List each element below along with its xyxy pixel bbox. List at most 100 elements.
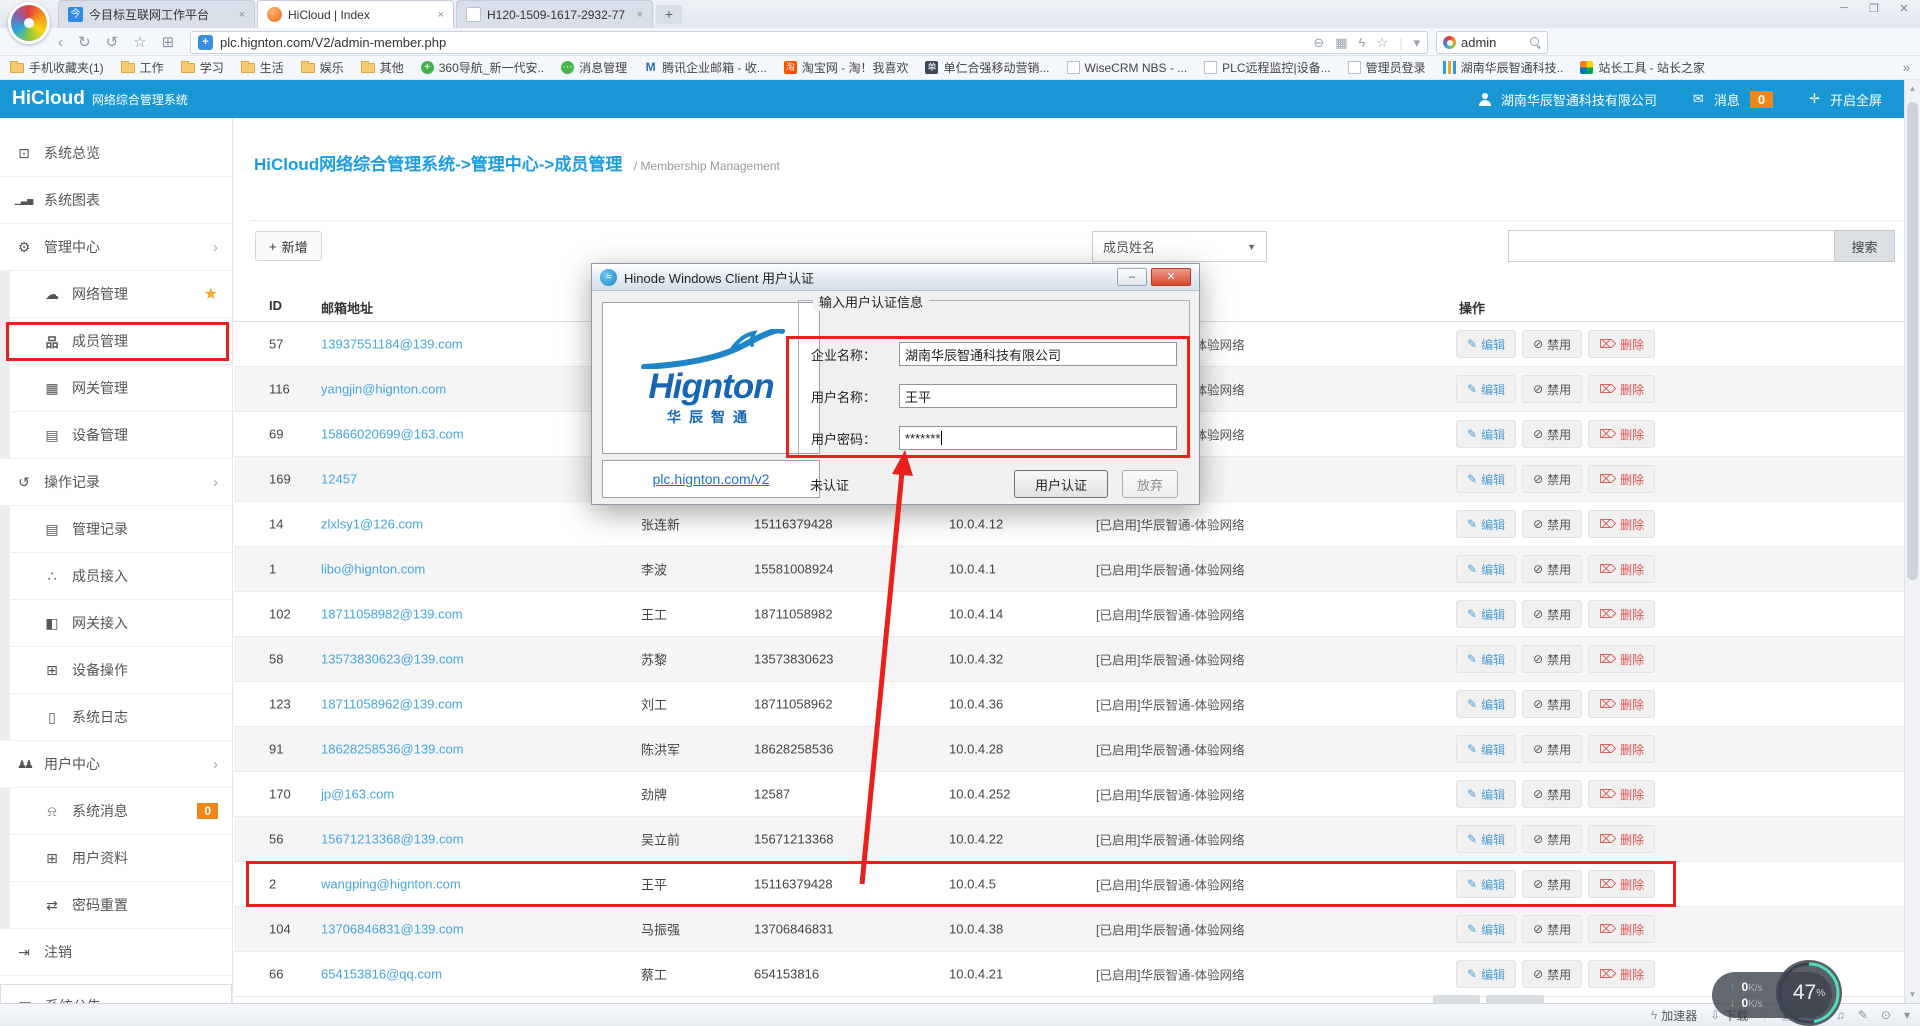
bookmark-item[interactable]: 手机收藏夹(1) — [10, 59, 104, 76]
bookmark-item[interactable]: 生活 — [241, 59, 284, 76]
browser-logo-icon[interactable] — [8, 2, 50, 44]
member-email-link[interactable]: 15866020699@163.com — [321, 427, 464, 442]
apps-icon[interactable]: ⊞ — [162, 33, 175, 51]
note-icon[interactable]: ✎ — [1858, 1008, 1868, 1022]
delete-button[interactable]: ⌦删除 — [1588, 870, 1655, 898]
edit-button[interactable]: ✎编辑 — [1456, 690, 1516, 718]
tab-close-icon[interactable]: × — [438, 9, 444, 21]
edit-button[interactable]: ✎编辑 — [1456, 645, 1516, 673]
tab-1[interactable]: HiCloud | Index × — [257, 0, 454, 28]
member-email-link[interactable]: jp@163.com — [321, 787, 394, 802]
tab-2[interactable]: H120-1509-1617-2932-77 × — [456, 0, 653, 28]
tab-close-icon[interactable]: × — [637, 9, 643, 21]
edit-button[interactable]: ✎编辑 — [1456, 600, 1516, 628]
add-member-button[interactable]: +新增 — [255, 231, 322, 261]
disable-button[interactable]: ⊘禁用 — [1522, 330, 1582, 358]
edit-button[interactable]: ✎编辑 — [1456, 735, 1516, 763]
bookmark-item[interactable]: 湖南华辰智通科技.. — [1443, 59, 1564, 76]
sidebar-item-4[interactable]: 品 成员管理 — [0, 318, 232, 365]
dialog-titlebar[interactable]: ≈ Hinode Windows Client 用户认证 – ✕ — [592, 264, 1199, 291]
url-text[interactable]: plc.hignton.com/V2/admin-member.php — [220, 35, 1306, 50]
delete-button[interactable]: ⌦删除 — [1588, 960, 1655, 988]
delete-button[interactable]: ⌦删除 — [1588, 510, 1655, 538]
minimize-button[interactable]: ─ — [1836, 2, 1852, 15]
sidebar-item-8[interactable]: ▤ 管理记录 — [0, 506, 232, 553]
edit-button[interactable]: ✎编辑 — [1456, 510, 1516, 538]
sidebar-item-3[interactable]: ☁ 网络管理 ★ — [0, 271, 232, 318]
edit-button[interactable]: ✎编辑 — [1456, 825, 1516, 853]
zoom-out-icon[interactable]: ⊖ — [1313, 35, 1324, 51]
member-email-link[interactable]: 13573830623@139.com — [321, 652, 464, 667]
disable-button[interactable]: ⊘禁用 — [1522, 375, 1582, 403]
sidebar-item-5[interactable]: ▦ 网关管理 — [0, 365, 232, 412]
bookmark-item[interactable]: 管理员登录 — [1348, 59, 1426, 76]
delete-button[interactable]: ⌦删除 — [1588, 375, 1655, 403]
sidebar-item-2[interactable]: ⚙ 管理中心 › — [0, 224, 232, 271]
company-field[interactable]: 湖南华辰智通科技有限公司 — [899, 342, 1177, 366]
bookmark-item[interactable]: ⋯ 消息管理 — [561, 59, 627, 76]
filter-select[interactable]: 成员姓名 ▼ — [1092, 231, 1267, 262]
bookmarks-more-icon[interactable]: » — [1903, 60, 1910, 75]
bookmark-item[interactable]: 学习 — [181, 59, 224, 76]
scrollbar-thumb[interactable] — [1907, 102, 1918, 580]
delete-button[interactable]: ⌦删除 — [1588, 825, 1655, 853]
member-email-link[interactable]: 654153816@qq.com — [321, 967, 442, 982]
member-email-link[interactable]: 18711058982@139.com — [321, 607, 463, 622]
disable-button[interactable]: ⊘禁用 — [1522, 420, 1582, 448]
edit-button[interactable]: ✎编辑 — [1456, 780, 1516, 808]
history-icon[interactable]: ↺ — [106, 33, 119, 51]
bookmark-item[interactable]: 站长工具 - 站长之家 — [1580, 59, 1705, 76]
member-email-link[interactable]: wangping@hignton.com — [321, 877, 461, 892]
password-field[interactable]: ******* — [899, 426, 1177, 450]
search-button[interactable]: 搜索 — [1835, 230, 1895, 262]
sidebar-item-1[interactable]: ▁▃▅ 系统图表 — [0, 177, 232, 224]
new-tab-button[interactable]: + — [656, 5, 682, 24]
browser-search-box[interactable]: admin — [1436, 31, 1548, 54]
disable-button[interactable]: ⊘禁用 — [1522, 960, 1582, 988]
edit-button[interactable]: ✎编辑 — [1456, 465, 1516, 493]
sidebar-item-6[interactable]: ▤ 设备管理 — [0, 412, 232, 459]
abandon-button[interactable]: 放弃 — [1122, 470, 1178, 498]
bookmark-item[interactable]: 工作 — [121, 59, 164, 76]
sidebar-item-7[interactable]: ↺ 操作记录 › — [0, 459, 232, 506]
edit-button[interactable]: ✎编辑 — [1456, 375, 1516, 403]
url-field[interactable]: + plc.hignton.com/V2/admin-member.php ⊖ … — [190, 31, 1428, 54]
bookmark-item[interactable]: + 360导航_新一代安.. — [421, 59, 544, 76]
delete-button[interactable]: ⌦删除 — [1588, 600, 1655, 628]
edit-button[interactable]: ✎编辑 — [1456, 555, 1516, 583]
disable-button[interactable]: ⊘禁用 — [1522, 510, 1582, 538]
sidebar-item-15[interactable]: ⊞ 用户资料 — [0, 835, 232, 882]
sidebar-item-11[interactable]: ⊞ 设备操作 — [0, 647, 232, 694]
sidebar-item-10[interactable]: ◧ 网关接入 — [0, 600, 232, 647]
sidebar-item-17[interactable]: ⇥ 注销 — [0, 929, 232, 976]
dialog-close-button[interactable]: ✕ — [1151, 268, 1191, 286]
member-email-link[interactable]: yangjin@hignton.com — [321, 382, 446, 397]
refresh-icon[interactable]: ↻ — [78, 33, 91, 51]
sidebar-item-18[interactable]: ▣ 系统公告 — [0, 984, 232, 1003]
scroll-up-icon[interactable]: ▲ — [1905, 84, 1920, 93]
accelerator-item[interactable]: ϟ加速器 — [1651, 1007, 1697, 1024]
disable-button[interactable]: ⊘禁用 — [1522, 600, 1582, 628]
find-icon[interactable]: ⊙ — [1881, 1008, 1891, 1022]
bookmark-item[interactable]: WiseCRM NBS - ... — [1067, 59, 1188, 76]
delete-button[interactable]: ⌦删除 — [1588, 690, 1655, 718]
bookmark-item[interactable]: PLC远程监控|设备... — [1204, 59, 1330, 76]
search-input[interactable] — [1508, 230, 1835, 262]
disable-button[interactable]: ⊘禁用 — [1522, 735, 1582, 763]
member-email-link[interactable]: zlxlsy1@126.com — [321, 517, 423, 532]
tab-close-icon[interactable]: × — [239, 9, 245, 21]
member-email-link[interactable]: 13706846831@139.com — [321, 922, 464, 937]
lightning-icon[interactable]: ϟ — [1359, 35, 1366, 50]
favorite-icon[interactable]: ☆ — [133, 33, 146, 51]
more-caret-icon[interactable]: ▾ — [1904, 1008, 1910, 1022]
vertical-scrollbar[interactable]: ▲ ▼ — [1904, 80, 1920, 1003]
browser-search-value[interactable]: admin — [1461, 35, 1496, 50]
member-email-link[interactable]: 18711058962@139.com — [321, 697, 463, 712]
sidebar-item-9[interactable]: ∴ 成员接入 — [0, 553, 232, 600]
member-email-link[interactable]: 15671213368@139.com — [321, 832, 464, 847]
disable-button[interactable]: ⊘禁用 — [1522, 645, 1582, 673]
disable-button[interactable]: ⊘禁用 — [1522, 465, 1582, 493]
delete-button[interactable]: ⌦删除 — [1588, 330, 1655, 358]
bookmark-item[interactable]: 淘 淘宝网 - 淘！我喜欢 — [784, 59, 909, 76]
memory-percent-widget[interactable]: 47 % — [1776, 960, 1842, 1026]
